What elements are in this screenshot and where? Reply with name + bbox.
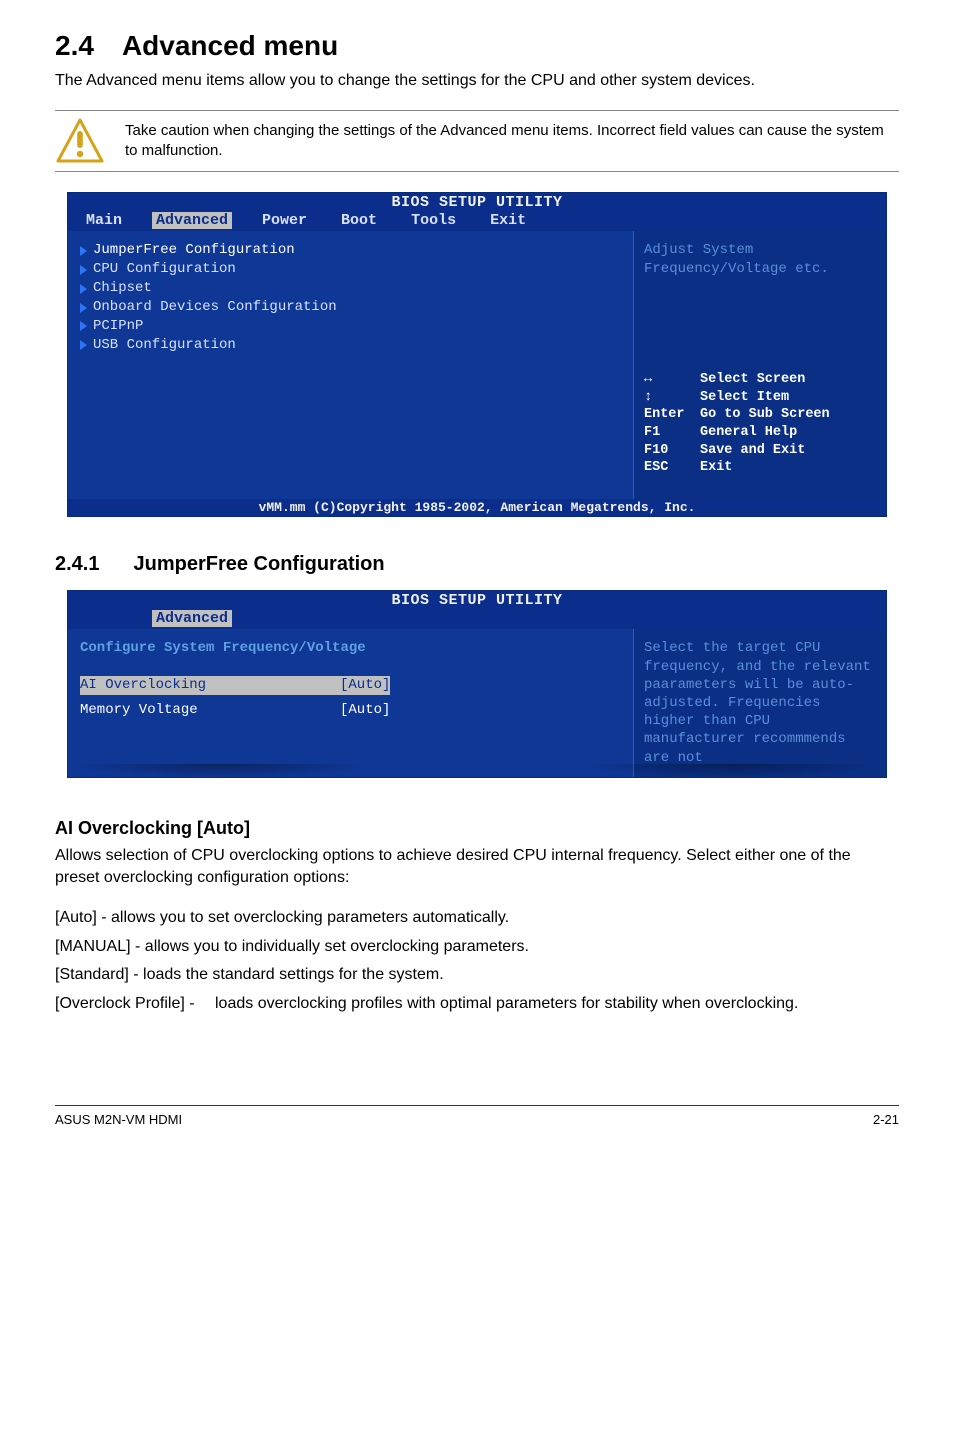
tab-power[interactable]: Power — [258, 212, 311, 229]
field-label: Memory Voltage — [80, 701, 340, 720]
arrow-icon — [80, 303, 87, 313]
menu-item-label: USB Configuration — [93, 336, 236, 355]
menu-item-onboard-devices[interactable]: Onboard Devices Configuration — [80, 298, 621, 317]
key-f10: F10 — [644, 442, 700, 460]
bios-window-jumperfree: BIOS SETUP UTILITY Main Advanced Configu… — [67, 590, 887, 777]
bios-tab-bar: Main Advanced — [68, 610, 886, 629]
tab-advanced[interactable]: Advanced — [152, 610, 232, 627]
intro-paragraph: The Advanced menu items allow you to cha… — [55, 70, 899, 92]
bios-right-pane: Adjust System Frequency/Voltage etc. ↔Se… — [634, 231, 886, 499]
arrow-icon — [80, 265, 87, 275]
key-ud-icon: ↕ — [644, 389, 700, 407]
menu-item-label: Onboard Devices Configuration — [93, 298, 337, 317]
menu-item-label: CPU Configuration — [93, 260, 236, 279]
nav-label: Go to Sub Screen — [700, 406, 830, 424]
footer-right: 2-21 — [873, 1112, 899, 1127]
option-manual: [MANUAL] - allows you to individually se… — [55, 936, 899, 958]
bios-footer: vMM.mm (C)Copyright 1985-2002, American … — [68, 499, 886, 516]
menu-item-label: PCIPnP — [93, 317, 143, 336]
tab-tools[interactable]: Tools — [407, 212, 460, 229]
option-body: loads overclocking profiles with optimal… — [215, 993, 899, 1015]
option-tag: [Overclock Profile] - — [55, 993, 215, 1015]
option-standard: [Standard] - loads the standard settings… — [55, 964, 899, 986]
config-heading: Configure System Frequency/Voltage — [80, 639, 621, 658]
bios-help-text: Adjust System Frequency/Voltage etc. — [644, 241, 876, 371]
field-label: AI Overclocking — [80, 676, 340, 695]
caution-block: Take caution when changing the settings … — [55, 110, 899, 172]
menu-item-usb-config[interactable]: USB Configuration — [80, 336, 621, 355]
subheading-number: 2.4.1 — [55, 553, 99, 575]
bios-help-text: Select the target CPU frequency, and the… — [644, 639, 876, 766]
option-auto: [Auto] - allows you to set overclocking … — [55, 907, 899, 929]
nav-label: Exit — [700, 459, 732, 477]
key-lr-icon: ↔ — [644, 371, 700, 389]
field-value: [Auto] — [340, 701, 390, 720]
option-overclock-profile: [Overclock Profile] - loads overclocking… — [55, 993, 899, 1015]
key-esc: ESC — [644, 459, 700, 477]
page-heading: 2.4 Advanced menu — [55, 30, 899, 62]
subheading-title: JumperFree Configuration — [133, 553, 384, 575]
footer-left: ASUS M2N-VM HDMI — [55, 1112, 182, 1127]
bios-left-pane: Configure System Frequency/Voltage AI Ov… — [68, 629, 634, 776]
arrow-icon — [80, 246, 87, 256]
menu-item-chipset[interactable]: Chipset — [80, 279, 621, 298]
arrow-icon — [80, 340, 87, 350]
bios-left-pane: JumperFree Configuration CPU Configurati… — [68, 231, 634, 499]
arrow-icon — [80, 321, 87, 331]
menu-item-label: Chipset — [93, 279, 152, 298]
tab-main[interactable]: Main — [82, 212, 126, 229]
bios-right-pane: Select the target CPU frequency, and the… — [634, 629, 886, 776]
field-memory-voltage[interactable]: Memory Voltage [Auto] — [80, 701, 621, 720]
menu-item-cpu-config[interactable]: CPU Configuration — [80, 260, 621, 279]
arrow-icon — [80, 284, 87, 294]
nav-label: Select Screen — [700, 371, 805, 389]
menu-item-pcipnp[interactable]: PCIPnP — [80, 317, 621, 336]
key-f1: F1 — [644, 424, 700, 442]
bios-tab-bar: Main Advanced Power Boot Tools Exit — [68, 212, 886, 231]
tab-exit[interactable]: Exit — [486, 212, 530, 229]
menu-item-jumperfree[interactable]: JumperFree Configuration — [80, 241, 621, 260]
tab-advanced[interactable]: Advanced — [152, 212, 232, 229]
bios-window-advanced: BIOS SETUP UTILITY Main Advanced Power B… — [67, 192, 887, 517]
key-enter: Enter — [644, 406, 700, 424]
caution-text: Take caution when changing the settings … — [125, 121, 899, 162]
page-footer: ASUS M2N-VM HDMI 2-21 — [55, 1105, 899, 1127]
ai-overclocking-heading: AI Overclocking [Auto] — [55, 818, 899, 839]
bios-nav-keys: ↔Select Screen ↕Select Item EnterGo to S… — [644, 371, 876, 476]
bios-title: BIOS SETUP UTILITY — [68, 193, 886, 212]
caution-icon — [55, 117, 105, 165]
tab-boot[interactable]: Boot — [337, 212, 381, 229]
section-heading-241: 2.4.1 JumperFree Configuration — [55, 553, 899, 576]
nav-label: General Help — [700, 424, 797, 442]
field-ai-overclocking[interactable]: AI Overclocking [Auto] — [80, 676, 621, 695]
field-value: [Auto] — [340, 676, 390, 695]
help-line: Frequency/Voltage etc. — [644, 260, 876, 278]
bios-title: BIOS SETUP UTILITY — [68, 591, 886, 610]
nav-label: Select Item — [700, 389, 789, 407]
ai-desc: Allows selection of CPU overclocking opt… — [55, 845, 899, 890]
menu-item-label: JumperFree Configuration — [93, 241, 295, 260]
nav-label: Save and Exit — [700, 442, 805, 460]
help-line: Adjust System — [644, 241, 876, 259]
heading-title: Advanced menu — [122, 30, 338, 61]
heading-number: 2.4 — [55, 30, 94, 61]
